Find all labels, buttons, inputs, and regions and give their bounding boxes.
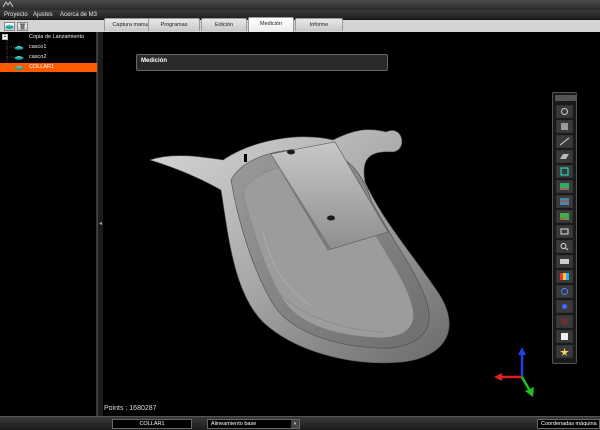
tree-item-label: casco2 <box>29 54 47 60</box>
menu-ajustes[interactable]: Ajustes <box>33 11 53 19</box>
palette-header[interactable] <box>555 95 576 101</box>
plane-icon[interactable] <box>556 150 573 163</box>
tree-item-casco1[interactable]: casco1 <box>0 43 97 52</box>
square-icon[interactable] <box>556 165 573 178</box>
tool-palette <box>552 92 577 364</box>
select-icon[interactable] <box>556 105 573 118</box>
alignment-select-value: Alineamiento base <box>211 421 257 427</box>
target-icon[interactable] <box>556 300 573 313</box>
hole-top <box>287 149 295 155</box>
points-count: Points : 1680287 <box>104 405 157 412</box>
tab-edicion[interactable]: Edición <box>201 18 247 31</box>
scan-mesh-icon <box>14 65 24 70</box>
scan-tool-button[interactable] <box>4 22 15 31</box>
magnifier-icon[interactable] <box>556 240 573 253</box>
frame-icon[interactable] <box>556 225 573 238</box>
menu-proyecto[interactable]: Proyecto <box>4 11 28 19</box>
star-icon[interactable] <box>556 345 573 358</box>
window-titlebar <box>0 0 600 10</box>
tree-item-casco2[interactable]: casco2 <box>0 53 97 62</box>
app-logo-icon <box>2 1 14 8</box>
tree-item-label: casco1 <box>29 44 47 50</box>
tree-lines <box>6 40 14 68</box>
tree-root-label: Copia de Lanzamiento <box>29 34 85 40</box>
chevron-down-icon[interactable]: ▾ <box>291 420 299 428</box>
status-object: COLLAR1 <box>112 419 192 429</box>
tab-programas[interactable]: Programas <box>148 18 200 31</box>
trash-icon[interactable] <box>17 22 28 31</box>
hole-bottom <box>327 215 335 221</box>
line-icon[interactable] <box>556 135 573 148</box>
tree-item-label: COLLAR1 <box>29 64 55 70</box>
layers-icon[interactable] <box>556 210 573 223</box>
scan-mesh-icon <box>14 45 24 50</box>
project-tree: + Copia de Lanzamiento casco1 casco2 COL… <box>0 32 97 416</box>
axes-gizmo <box>494 347 534 397</box>
chart-icon[interactable] <box>556 180 573 193</box>
grid-icon[interactable] <box>556 195 573 208</box>
tab-medicion[interactable]: Medición <box>248 17 294 32</box>
tab-informe[interactable]: Informe <box>295 18 343 31</box>
collapse-arrow-icon[interactable]: ◂ <box>99 220 102 227</box>
cube-icon[interactable] <box>556 120 573 133</box>
colormap-icon[interactable] <box>556 270 573 283</box>
measurement-panel[interactable]: Medición <box>136 54 388 71</box>
section-icon[interactable] <box>556 255 573 268</box>
tree-item-collar1[interactable]: COLLAR1 <box>0 63 97 72</box>
sheet-icon[interactable] <box>556 330 573 343</box>
alignment-select[interactable]: Alineamiento base ▾ <box>207 419 300 429</box>
rotate-icon[interactable] <box>556 285 573 298</box>
menu-acerca[interactable]: Acerca de M3 <box>60 11 97 19</box>
blank-icon[interactable] <box>556 315 573 328</box>
scan-mesh-icon <box>14 55 24 60</box>
tree-root[interactable]: + Copia de Lanzamiento <box>0 33 97 42</box>
coords-field[interactable]: Coordenadas máquina <box>537 419 600 429</box>
status-bar: COLLAR1 Alineamiento base ▾ Coordenadas … <box>0 416 600 430</box>
panel-title: Medición <box>141 58 168 64</box>
